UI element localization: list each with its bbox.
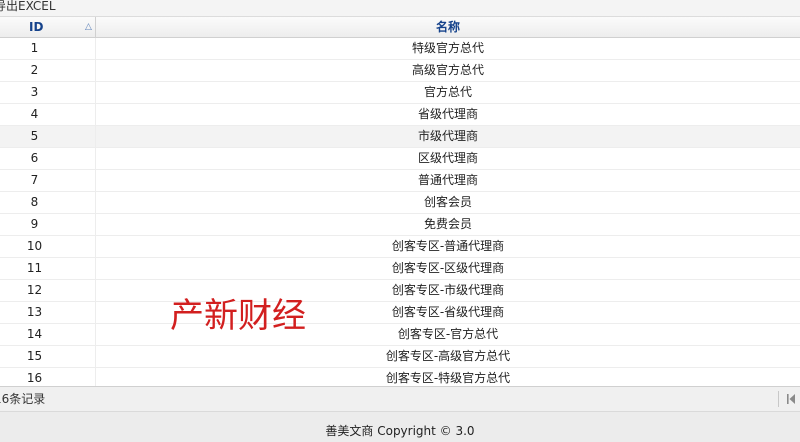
first-page-icon[interactable] [786,393,796,405]
watermark-text: 产新财经 [170,296,306,336]
column-header-name[interactable]: 名称 [96,17,800,38]
column-header-name-label: 名称 [435,20,460,34]
table-row[interactable]: 5 市级代理商 [0,126,800,148]
footer: 善美文商 Copyright © 3.0 [0,411,800,442]
row-name-cell: 官方总代 [423,85,472,99]
row-id-cell: 4 [0,104,96,125]
table-row[interactable]: 2 高级官方总代 [0,60,800,82]
sort-ascending-icon[interactable]: △ [85,17,92,38]
row-name-cell: 创客专区-高级官方总代 [385,349,511,363]
export-excel-button[interactable]: 导出EXCEL [0,0,56,14]
table-row[interactable]: 14 创客专区-官方总代 [0,324,800,346]
table-row[interactable]: 8 创客会员 [0,192,800,214]
row-name-cell: 高级官方总代 [411,63,484,77]
row-name-cell: 免费会员 [423,217,472,231]
row-name-cell: 创客专区-普通代理商 [391,239,505,253]
table-row[interactable]: 6 区级代理商 [0,148,800,170]
table-row[interactable]: 12 创客专区-市级代理商 [0,280,800,302]
grid-body: 1 特级官方总代 2 高级官方总代 3 官方总代 4 省级代理商 5 市级代理商 6 区级代理商 7 普通… [0,38,800,386]
table-row[interactable]: 11 创客专区-区级代理商 [0,258,800,280]
table-row[interactable]: 9 免费会员 [0,214,800,236]
row-id-cell: 8 [0,192,96,213]
row-id-cell: 3 [0,82,96,103]
grid-header: ID △ 名称 [0,16,800,38]
row-id-cell: 11 [0,258,96,279]
row-name-cell: 省级代理商 [417,107,478,121]
pager-bar: 16条记录 [0,386,800,411]
record-count: 16条记录 [0,392,46,406]
pager-separator [778,391,779,407]
column-header-id-label: ID [29,20,44,34]
table-row[interactable]: 3 官方总代 [0,82,800,104]
row-id-cell: 7 [0,170,96,191]
table-row[interactable]: 10 创客专区-普通代理商 [0,236,800,258]
row-id-cell: 13 [0,302,96,323]
row-id-cell: 16 [0,368,96,386]
table-row[interactable]: 1 特级官方总代 [0,38,800,60]
row-id-cell: 1 [0,38,96,59]
row-id-cell: 9 [0,214,96,235]
row-id-cell: 12 [0,280,96,301]
toolbar: 导出EXCEL [0,0,800,16]
row-id-cell: 5 [0,126,96,147]
row-id-cell: 6 [0,148,96,169]
row-name-cell: 创客会员 [423,195,472,209]
row-name-cell: 区级代理商 [417,151,478,165]
table-row[interactable]: 13 创客专区-省级代理商 [0,302,800,324]
row-name-cell: 创客专区-特级官方总代 [385,371,511,385]
row-name-cell: 普通代理商 [417,173,478,187]
row-id-cell: 14 [0,324,96,345]
page: 导出EXCEL ID △ 名称 1 特级官方总代 2 高级官方总代 3 官方总代 4 省级代理… [0,0,800,442]
row-id-cell: 2 [0,60,96,81]
table-row[interactable]: 4 省级代理商 [0,104,800,126]
copyright-text: 善美文商 Copyright © 3.0 [325,424,475,438]
table-row[interactable]: 15 创客专区-高级官方总代 [0,346,800,368]
row-id-cell: 15 [0,346,96,367]
table-row[interactable]: 16 创客专区-特级官方总代 [0,368,800,386]
row-id-cell: 10 [0,236,96,257]
row-name-cell: 创客专区-区级代理商 [391,261,505,275]
table-row[interactable]: 7 普通代理商 [0,170,800,192]
row-name-cell: 市级代理商 [417,129,478,143]
row-name-cell: 特级官方总代 [411,41,484,55]
column-header-id[interactable]: ID △ [0,17,96,38]
